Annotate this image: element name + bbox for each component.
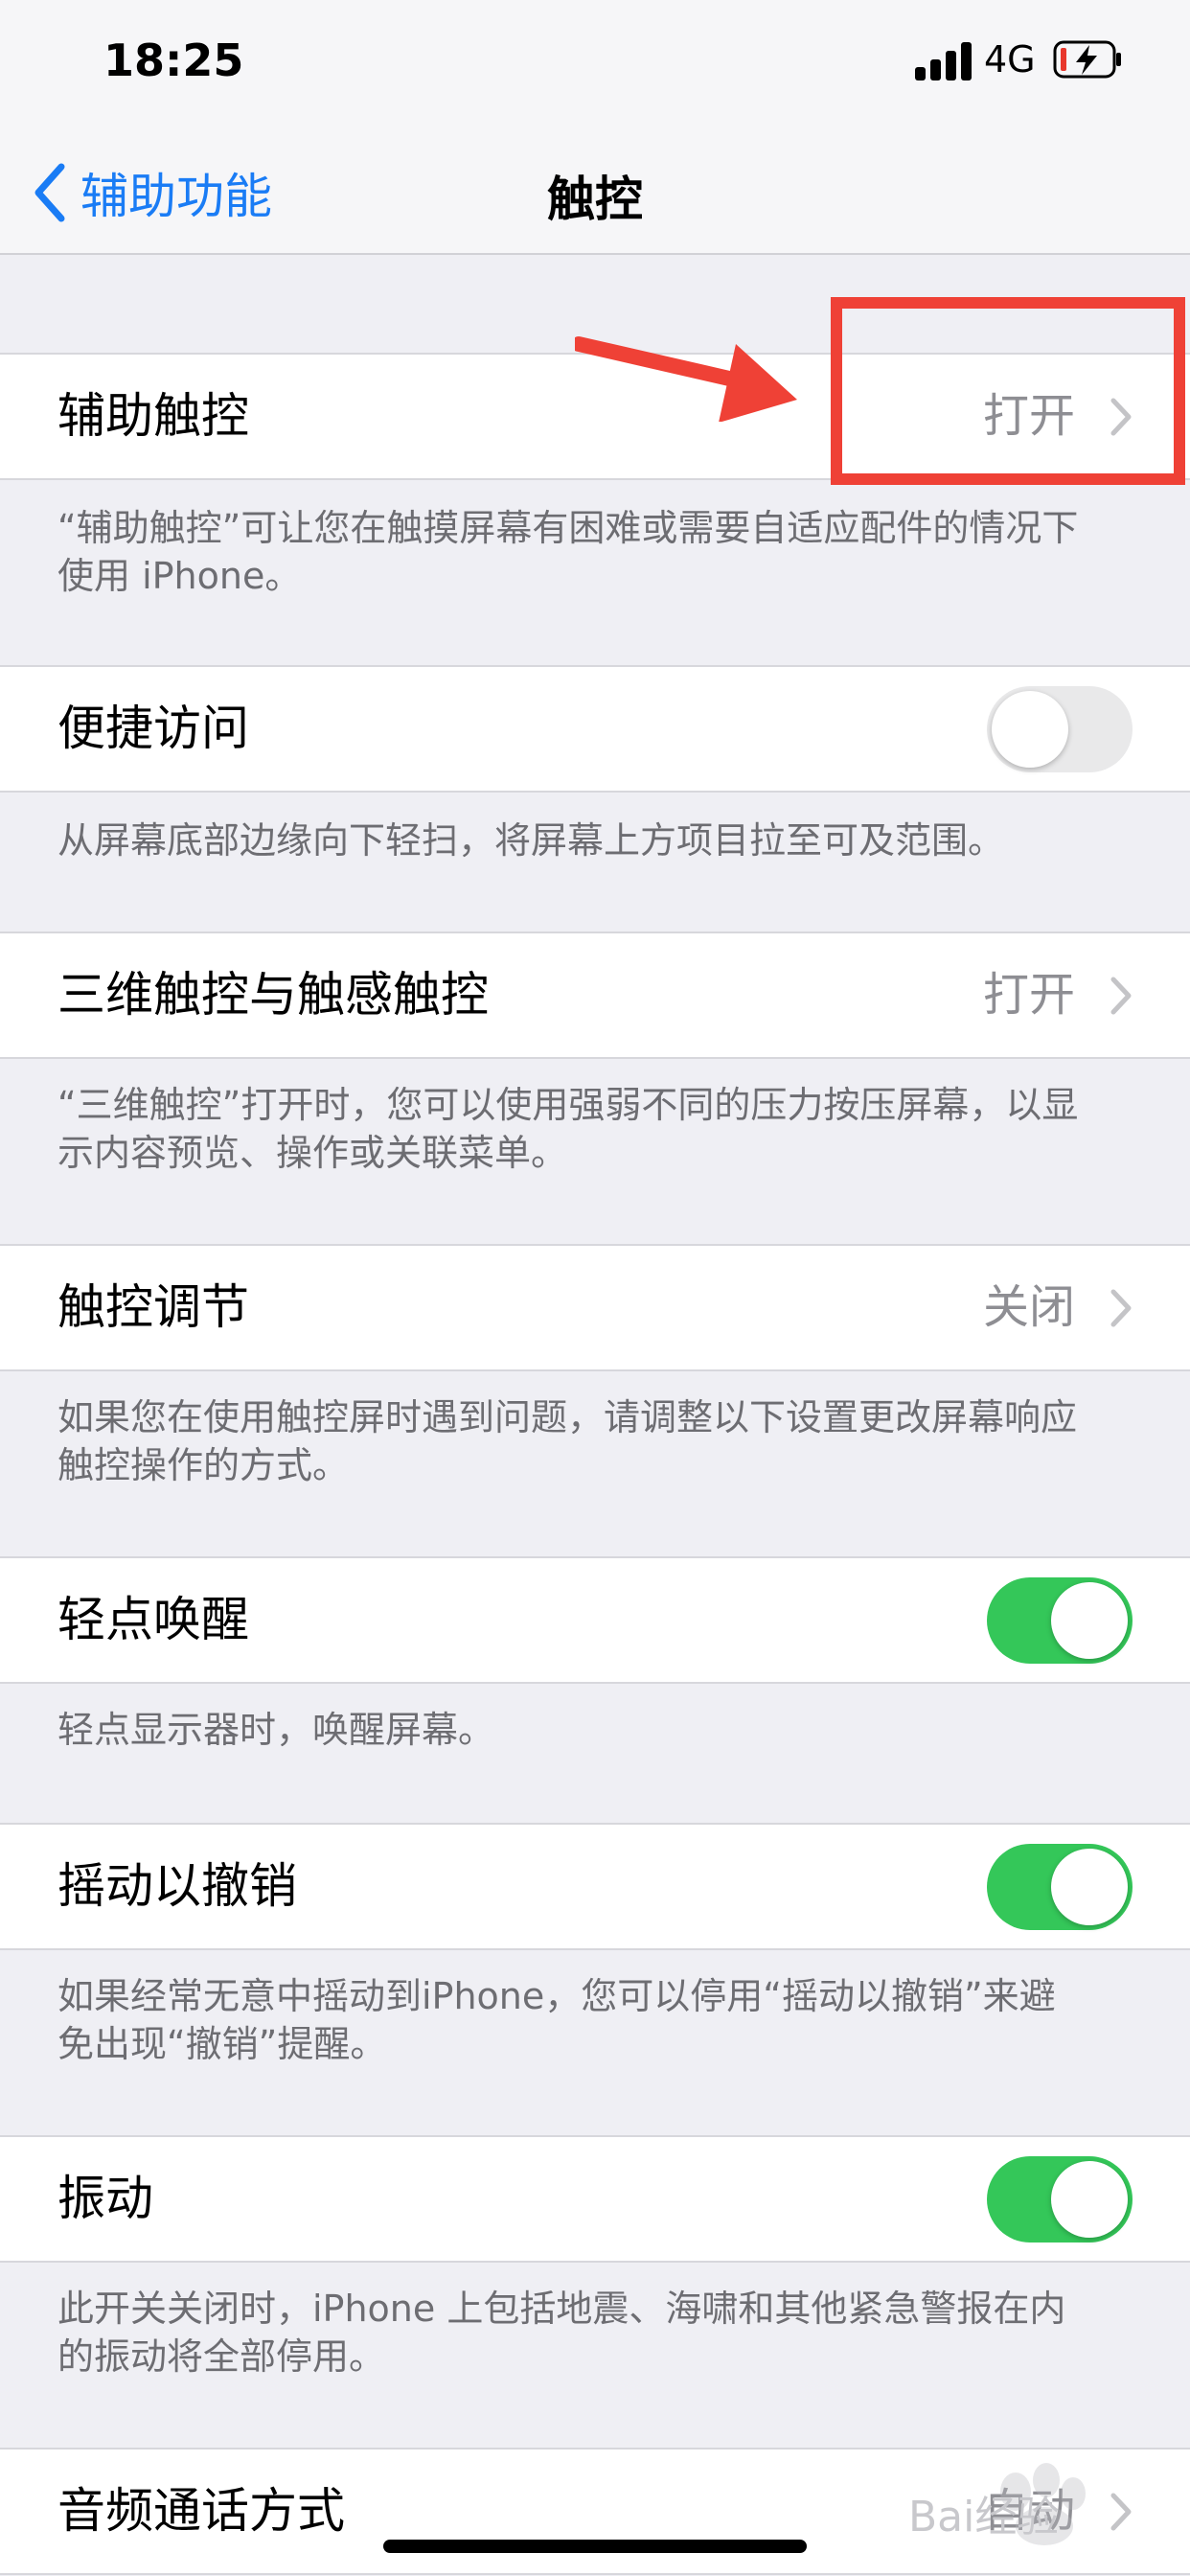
vibration-toggle[interactable] — [987, 2156, 1133, 2242]
status-bar: 18:25 4G — [0, 0, 1190, 134]
network-type: 4G — [984, 38, 1036, 80]
annotation-highlight-box — [831, 297, 1185, 485]
home-indicator[interactable] — [383, 2540, 807, 2553]
row-label: 触控调节 — [57, 1279, 249, 1335]
row-label: 振动 — [57, 2171, 153, 2226]
section-footer: 此开关关闭时，iPhone 上包括地震、海啸和其他紧急警报在内 的振动将全部停用。 — [57, 2288, 1066, 2378]
section-footer: 从屏幕底部边缘向下轻扫，将屏幕上方项目拉至可及范围。 — [57, 819, 1005, 862]
toggle-knob — [1051, 2161, 1128, 2238]
toggle-knob — [992, 691, 1068, 768]
row-3d-haptic-touch[interactable]: 三维触控与触感触控 打开 — [0, 932, 1190, 1059]
section-footer: 如果您在使用触控屏时遇到问题，请调整以下设置更改屏幕响应 触控操作的方式。 — [57, 1396, 1078, 1486]
row-label: 摇动以撤销 — [57, 1858, 297, 1914]
battery-charging-icon — [1053, 40, 1121, 79]
navigation-bar: 辅助功能 触控 — [0, 134, 1190, 255]
toggle-knob — [1051, 1582, 1128, 1659]
section-footer: 轻点显示器时，唤醒屏幕。 — [57, 1709, 495, 1751]
cellular-signal-icon — [915, 40, 973, 80]
row-reachability: 便捷访问 — [0, 665, 1190, 793]
section-footer: “三维触控”打开时，您可以使用强弱不同的压力按压屏幕，以显 示内容预览、操作或关联… — [57, 1084, 1079, 1174]
section-footer: “辅助触控”可让您在触摸屏幕有困难或需要自适应配件的情况下 使用 iPhone。 — [57, 507, 1079, 597]
page-title: 触控 — [547, 172, 643, 227]
reachability-toggle[interactable] — [987, 686, 1133, 772]
chevron-right-icon — [1110, 977, 1132, 1015]
chevron-right-icon — [1110, 1289, 1132, 1327]
row-value: 打开 — [982, 968, 1075, 1022]
row-vibration: 振动 — [0, 2135, 1190, 2263]
row-shake-to-undo: 摇动以撤销 — [0, 1823, 1190, 1950]
row-label: 音频通话方式 — [57, 2483, 345, 2539]
row-tap-to-wake: 轻点唤醒 — [0, 1556, 1190, 1684]
row-value: 关闭 — [982, 1280, 1075, 1334]
section-footer: 如果经常无意中摇动到iPhone，您可以停用“摇动以撤销”来避 免出现“撤销”提醒… — [57, 1975, 1056, 2065]
shake-to-undo-toggle[interactable] — [987, 1844, 1133, 1930]
status-time: 18:25 — [103, 34, 244, 86]
row-label: 辅助触控 — [57, 388, 249, 444]
toggle-knob — [1051, 1849, 1128, 1925]
row-touch-accommodations[interactable]: 触控调节 关闭 — [0, 1244, 1190, 1371]
annotation-arrow-icon — [575, 336, 797, 422]
row-label: 便捷访问 — [57, 701, 249, 756]
tap-to-wake-toggle[interactable] — [987, 1577, 1133, 1664]
watermark-text: Bai经验 — [908, 2493, 1060, 2542]
row-label: 轻点唤醒 — [57, 1592, 249, 1647]
row-label: 三维触控与触感触控 — [57, 967, 489, 1023]
